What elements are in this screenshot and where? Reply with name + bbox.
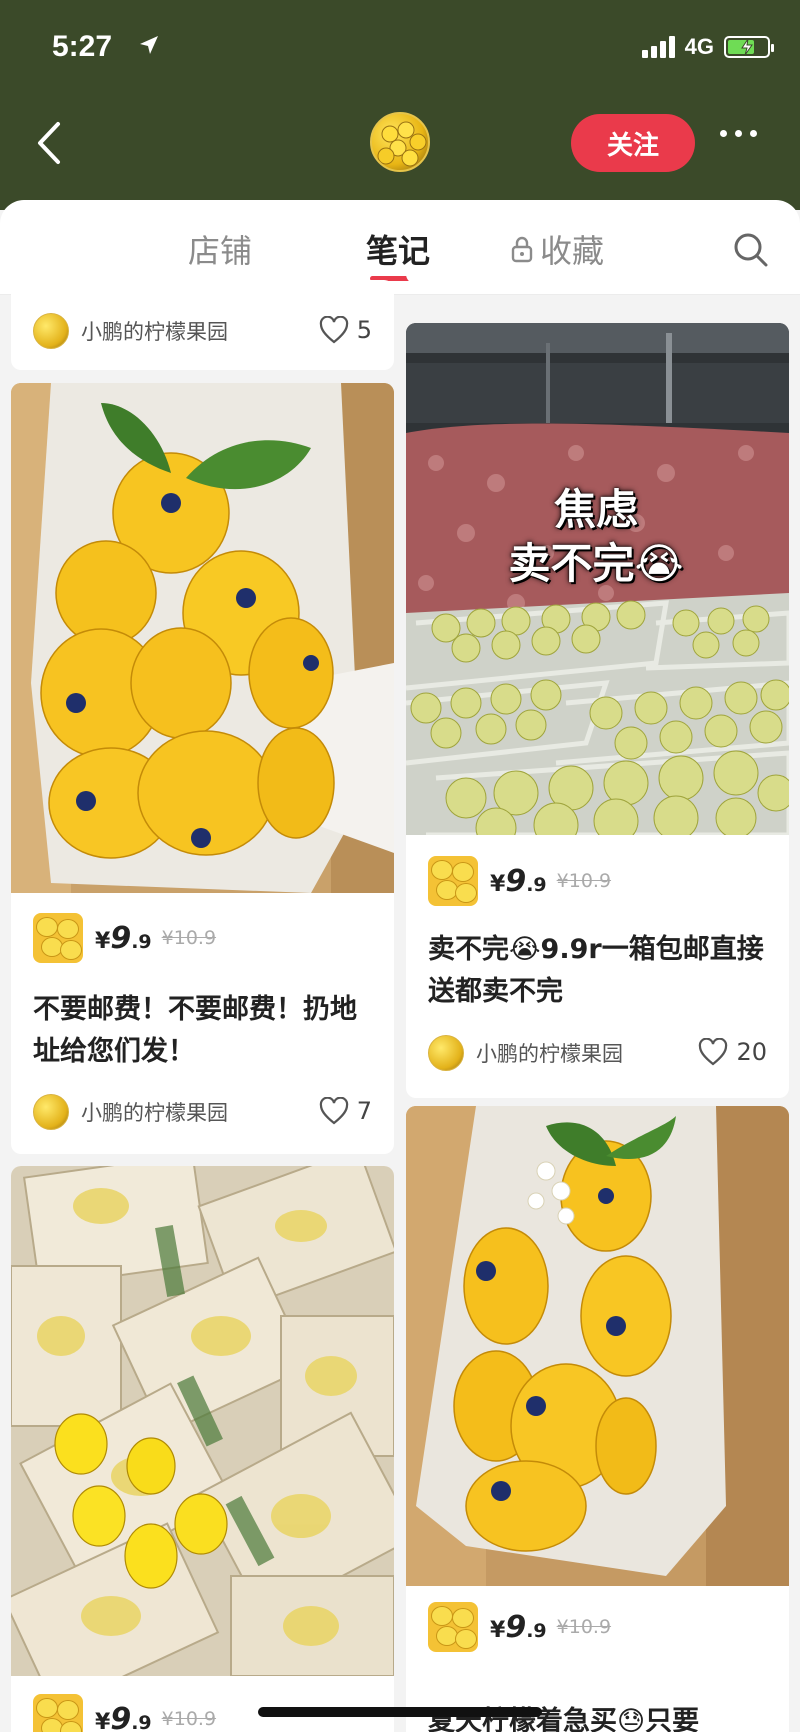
image-overlay-text: 焦虑 卖不完😭: [508, 485, 684, 588]
product-price-row[interactable]: ¥9.9 ¥10.9: [428, 1602, 611, 1652]
note-card[interactable]: 小鹏的柠檬果园 5: [11, 280, 394, 370]
product-thumbnail: [428, 856, 478, 906]
product-price-row[interactable]: ¥9.9 ¥10.9: [428, 856, 611, 906]
more-options-button[interactable]: [720, 130, 757, 137]
original-price: ¥10.9: [161, 927, 217, 949]
product-price-row[interactable]: ¥9.9 ¥10.9: [33, 1694, 216, 1732]
current-price: ¥9.9: [95, 920, 152, 956]
like-button[interactable]: 5: [319, 316, 372, 344]
note-card-edge: [406, 270, 789, 284]
status-indicators: 4G: [641, 34, 774, 60]
original-price: ¥10.9: [161, 1708, 217, 1730]
avatar: [428, 1035, 464, 1071]
note-image: [11, 383, 394, 893]
like-button[interactable]: 20: [698, 1038, 767, 1066]
card-author[interactable]: 小鹏的柠檬果园: [33, 313, 228, 349]
current-price: ¥9.9: [95, 1701, 152, 1732]
tab-notes[interactable]: 笔记: [366, 226, 430, 272]
note-image: [406, 1106, 789, 1586]
back-button[interactable]: [30, 118, 70, 168]
search-icon[interactable]: [733, 232, 769, 268]
heart-icon: [699, 1038, 728, 1066]
product-thumbnail: [33, 913, 83, 963]
note-card[interactable]: ¥9.9 ¥10.9 夏天柠檬着急买😓只要: [406, 1106, 789, 1732]
shop-avatar[interactable]: [370, 112, 430, 172]
home-indicator: [258, 1707, 542, 1717]
signal-icon: [641, 36, 675, 58]
heart-icon: [319, 316, 348, 344]
current-price: ¥9.9: [490, 1609, 547, 1645]
location-arrow-icon: [140, 36, 158, 54]
top-bar: 5:27 4G 关注: [0, 0, 800, 210]
note-card[interactable]: ¥9.9 ¥10.9: [11, 1166, 394, 1732]
note-title[interactable]: 不要邮费！不要邮费！扔地址给您们发！: [33, 989, 372, 1073]
like-button[interactable]: 7: [319, 1097, 372, 1125]
note-card[interactable]: ¥9.9 ¥10.9 不要邮费！不要邮费！扔地址给您们发！ 小鹏的柠檬果园 7: [11, 383, 394, 1154]
like-count: 7: [356, 1097, 372, 1125]
status-time: 5:27: [52, 30, 113, 63]
note-card[interactable]: 焦虑 卖不完😭 ¥9.9 ¥10.9 卖不完😭9.9r一箱包邮直接送都卖不完 小…: [406, 323, 789, 1098]
avatar: [33, 313, 69, 349]
tab-favorites[interactable]: 收藏: [510, 226, 604, 272]
product-thumbnail: [33, 1694, 83, 1732]
card-author[interactable]: 小鹏的柠檬果园: [33, 1094, 228, 1130]
tab-store[interactable]: 店铺: [188, 226, 252, 272]
avatar: [33, 1094, 69, 1130]
notes-feed-screen: 5:27 4G 关注 店铺 笔记 收藏 小鹏的柠檬果园 5 ¥9.9 ¥10.9…: [0, 0, 800, 1732]
like-count: 5: [356, 316, 372, 344]
product-price-row[interactable]: ¥9.9 ¥10.9: [33, 913, 216, 963]
card-author[interactable]: 小鹏的柠檬果园: [428, 1035, 623, 1071]
network-label: 4G: [684, 34, 714, 59]
original-price: ¥10.9: [556, 1616, 612, 1638]
current-price: ¥9.9: [490, 863, 547, 899]
like-count: 20: [736, 1038, 767, 1066]
lock-icon: [511, 236, 533, 263]
follow-button[interactable]: 关注: [571, 114, 695, 172]
product-thumbnail: [428, 1602, 478, 1652]
heart-icon: [319, 1097, 348, 1125]
tab-favorites-label: 收藏: [540, 232, 605, 270]
note-image: [11, 1166, 394, 1676]
battery-icon: [724, 36, 774, 58]
original-price: ¥10.9: [556, 870, 612, 892]
note-title[interactable]: 卖不完😭9.9r一箱包邮直接送都卖不完: [428, 929, 767, 1013]
